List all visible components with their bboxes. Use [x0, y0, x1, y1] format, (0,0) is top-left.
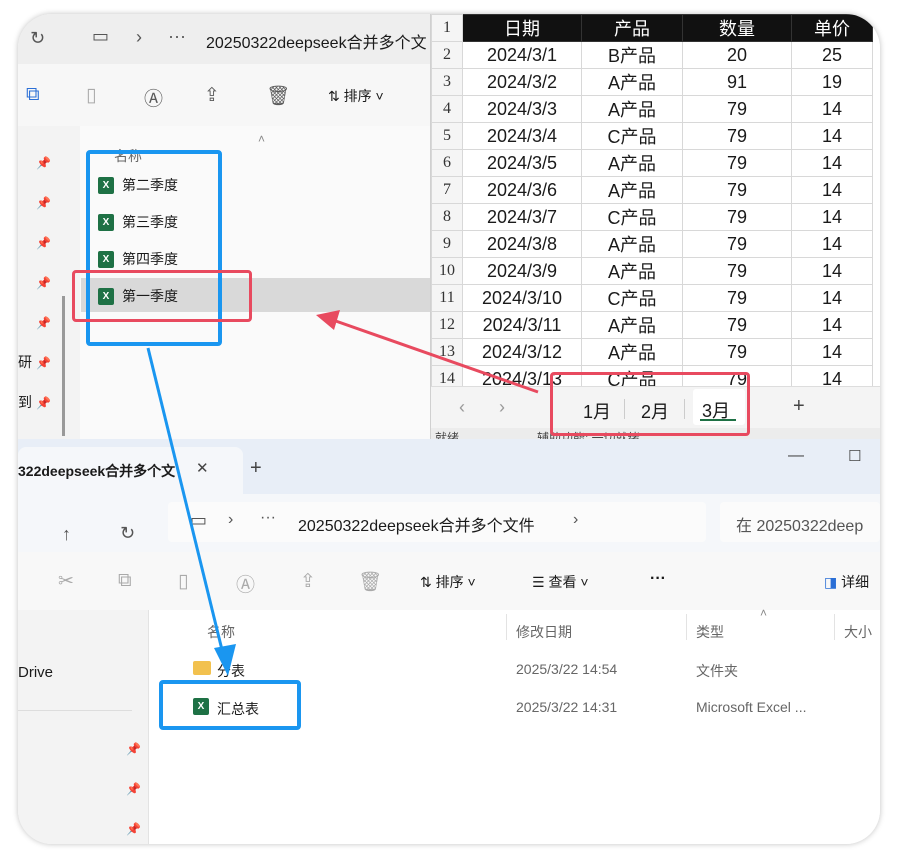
red-arrow-head — [316, 310, 340, 330]
annotation-arrows — [146, 310, 539, 676]
red-arrow-line — [329, 317, 539, 394]
screenshot-frame: ↻ ▭ › ··· 20250322deepseek合并多个文 ⧉ ▯ Ⓐ ⇪ … — [18, 14, 880, 844]
blue-arrow-line — [146, 347, 225, 655]
blue-arrow-head — [214, 644, 236, 676]
